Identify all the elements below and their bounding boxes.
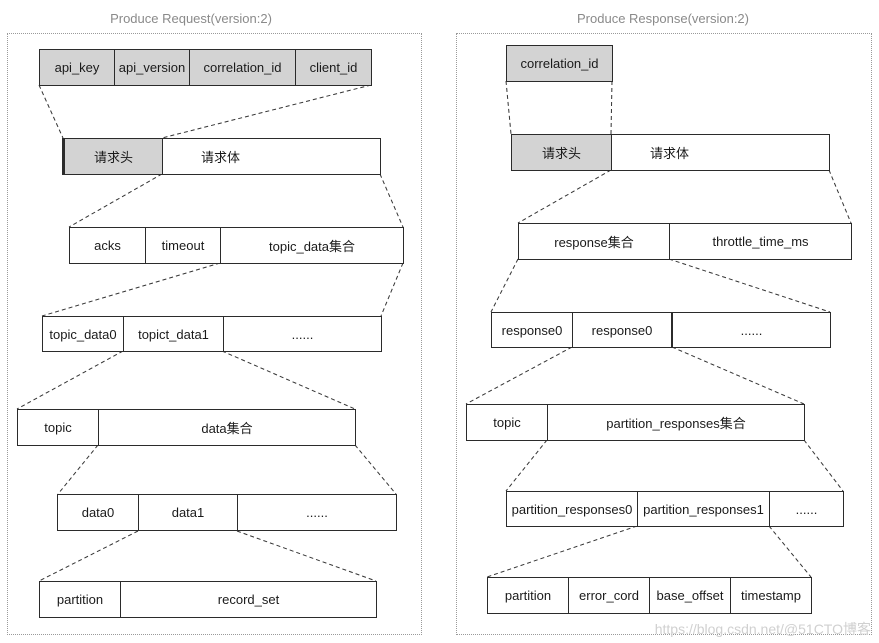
field-response-set: response集合 (519, 224, 670, 259)
field-partition: partition (40, 582, 121, 617)
field-timeout: timeout (146, 228, 221, 263)
item-partition-responses0: partition_responses0 (507, 492, 638, 526)
field-api-key: api_key (40, 50, 115, 85)
topic-data-fields: topic data集合 (17, 409, 356, 446)
field-topic: topic (467, 405, 548, 440)
field-error-cord: error_cord (569, 578, 650, 613)
field-partition: partition (488, 578, 569, 613)
field-base-offset: base_offset (650, 578, 731, 613)
partition-response-items: partition_responses0 partition_responses… (506, 491, 844, 527)
response-header: 请求头 (512, 135, 612, 170)
item-response0: response0 (492, 313, 573, 347)
response-body-fields: response集合 throttle_time_ms (518, 223, 852, 260)
response-items: response0 response0 ...... (491, 312, 831, 348)
field-timestamp: timestamp (741, 588, 801, 603)
request-body-fields: acks timeout topic_data集合 (69, 227, 404, 264)
item-topic-data1: topict_data1 (124, 317, 224, 351)
item-data1: data1 (139, 495, 238, 530)
request-header: 请求头 (63, 139, 163, 174)
data-fields: partition record_set (39, 581, 377, 618)
response-title: Produce Response(version:2) (577, 11, 749, 26)
item-ellipsis: ...... (306, 505, 328, 520)
response-fields: topic partition_responses集合 (466, 404, 805, 441)
field-topic-data-set: topic_data集合 (269, 239, 355, 254)
data-items: data0 data1 ...... (57, 494, 397, 531)
field-api-version: api_version (115, 50, 190, 85)
request-title: Produce Request(version:2) (110, 11, 272, 26)
partition-response-fields: partition error_cord base_offset timesta… (487, 577, 812, 614)
item-ellipsis: ...... (291, 326, 314, 342)
item-data0: data0 (58, 495, 139, 530)
item-ellipsis: ...... (740, 322, 763, 338)
field-throttle-time-ms: throttle_time_ms (712, 234, 809, 249)
field-record-set: record_set (217, 592, 280, 607)
request-body: 请求体 (201, 150, 241, 165)
request-parts: 请求头 请求体 (62, 138, 381, 175)
item-ellipsis: ...... (795, 501, 818, 517)
item-partition-responses1: partition_responses1 (638, 492, 770, 526)
field-data-set: data集合 (201, 421, 253, 436)
field-topic: topic (18, 410, 99, 445)
response-parts: 请求头 请求体 (511, 134, 830, 171)
field-client-id: client_id (296, 50, 371, 85)
field-acks: acks (70, 228, 146, 263)
topic-data-items: topic_data0 topict_data1 ...... (42, 316, 382, 352)
field-correlation-id: correlation_id (507, 46, 612, 81)
item-topic-data0: topic_data0 (43, 317, 124, 351)
item-response0-second: response0 (573, 313, 673, 347)
watermark: https://blog.csdn.net/@51CTO博客 (654, 621, 871, 637)
request-header-fields: api_key api_version correlation_id clien… (39, 49, 372, 86)
field-partition-responses-set: partition_responses集合 (606, 416, 746, 431)
response-body: 请求体 (650, 146, 690, 161)
field-correlation-id: correlation_id (190, 50, 296, 85)
response-header-fields: correlation_id (506, 45, 613, 82)
